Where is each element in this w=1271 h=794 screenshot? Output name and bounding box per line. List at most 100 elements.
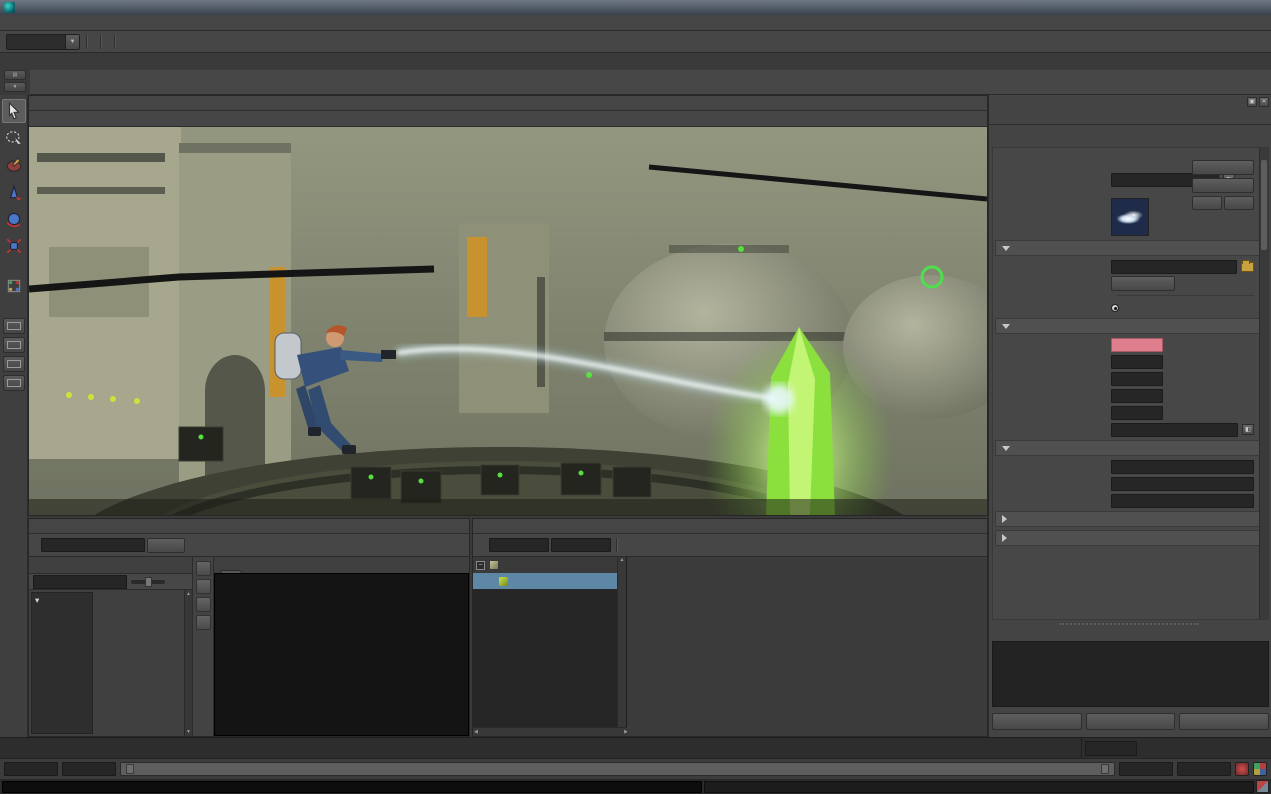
hypershade-persp-layout[interactable] xyxy=(2,356,25,372)
title-bar[interactable] xyxy=(0,0,1271,15)
current-time-field[interactable] xyxy=(1085,740,1137,756)
show-bottom-tabs-icon[interactable] xyxy=(195,579,211,594)
notes-textarea[interactable] xyxy=(992,641,1269,707)
four-pane-layout[interactable] xyxy=(2,337,25,353)
stats-value-input[interactable] xyxy=(551,538,611,552)
status-line: ▼ xyxy=(0,31,1271,53)
shelf-menu-icon[interactable]: ▤ xyxy=(4,70,26,80)
outliner-node-row[interactable]: − xyxy=(473,557,626,573)
single-pane-layout[interactable] xyxy=(2,318,25,334)
copy-tab-button[interactable] xyxy=(1179,713,1270,730)
attribute-editor-content: ◧ xyxy=(992,147,1269,620)
command-input[interactable] xyxy=(2,780,702,793)
paint-select-tool[interactable] xyxy=(2,153,26,177)
script-editor-icon[interactable] xyxy=(1256,780,1269,793)
range-start-handle[interactable] xyxy=(126,764,134,774)
clear-work-area-icon[interactable] xyxy=(195,615,211,630)
hypershade-menu-bar xyxy=(29,519,469,534)
load-attributes-button[interactable] xyxy=(1085,713,1176,730)
move-tool[interactable] xyxy=(2,180,26,204)
create-search-input[interactable] xyxy=(33,574,127,589)
collapse-triangle-icon xyxy=(1002,323,1010,329)
reload-button[interactable] xyxy=(1111,276,1175,291)
create-node-list xyxy=(95,590,184,736)
graph-editor-plot-area[interactable] xyxy=(627,557,987,736)
playback-end-field[interactable] xyxy=(1119,762,1173,776)
hypershade-filter-input[interactable] xyxy=(41,538,145,552)
close-panel-icon[interactable]: ✕ xyxy=(1259,97,1269,107)
animation-start-field[interactable] xyxy=(4,762,58,776)
viewport-scene[interactable] xyxy=(29,127,987,515)
persp-graph-layout[interactable] xyxy=(2,375,25,391)
cgfx-file-path-field[interactable] xyxy=(1111,259,1237,274)
collapse-icon[interactable]: − xyxy=(476,560,485,570)
attribute-editor-menu-bar xyxy=(989,109,1271,125)
anim-time-field[interactable] xyxy=(1111,337,1163,352)
work-area-canvas[interactable] xyxy=(214,573,469,736)
range-slider xyxy=(0,758,1271,779)
uvset0-field[interactable] xyxy=(1111,476,1254,491)
fxtexture-field[interactable] xyxy=(1111,422,1238,437)
create-list-scrollbar[interactable]: ▲ ▼ xyxy=(184,590,192,736)
divider xyxy=(86,34,88,49)
position-field[interactable] xyxy=(1111,459,1254,474)
graph-editor-outliner: − ▲ ◀▶ xyxy=(473,557,629,736)
scale-tool[interactable] xyxy=(2,234,26,258)
focus-button[interactable] xyxy=(1192,160,1254,175)
notes-splitter-handle[interactable] xyxy=(1059,623,1199,625)
section-cgfx-parameters[interactable] xyxy=(995,318,1266,334)
show-button[interactable] xyxy=(1192,196,1222,210)
command-line xyxy=(0,779,1271,794)
presets-button[interactable] xyxy=(1192,178,1254,193)
auto-keyframe-icon[interactable] xyxy=(1235,762,1249,776)
menu-set-selector[interactable]: ▼ xyxy=(6,33,80,50)
number-images-y-field[interactable] xyxy=(1111,388,1163,403)
universal-manipulator-icon[interactable] xyxy=(2,274,26,298)
section-vertex-data[interactable] xyxy=(995,440,1266,456)
show-top-tabs-icon[interactable] xyxy=(195,561,211,576)
hypershade-show-button[interactable] xyxy=(147,537,185,553)
outliner-scrollbar[interactable]: ▲ xyxy=(617,557,626,727)
opacity-field[interactable] xyxy=(1111,405,1163,420)
select-button[interactable] xyxy=(992,713,1082,730)
number-images-x-field[interactable] xyxy=(1111,371,1163,386)
section-node-behavior[interactable] xyxy=(995,511,1266,527)
create-node-tree: ▾ xyxy=(31,592,93,734)
maya-window: ▼ ▤ ▼ ▾ ▲ ▼ − ▲ ◀ ▣ ✕ ◧ xyxy=(0,0,1271,794)
rotate-tool[interactable] xyxy=(2,207,26,231)
outliner-channel-row[interactable] xyxy=(473,573,626,589)
attribute-editor-scrollbar[interactable] xyxy=(1259,148,1268,619)
section-extra-attributes[interactable] xyxy=(995,530,1266,546)
section-cgfx-shader[interactable] xyxy=(995,240,1266,256)
range-end-handle[interactable] xyxy=(1101,764,1109,774)
select-tool[interactable] xyxy=(1,99,26,123)
swatch-size-slider[interactable] xyxy=(131,576,165,587)
framespersec-field[interactable] xyxy=(1111,354,1163,369)
shelf-arrow-icon[interactable]: ▼ xyxy=(4,82,26,92)
time-slider-ruler[interactable] xyxy=(0,738,1082,759)
technique-radio[interactable] xyxy=(1111,303,1119,312)
tool-box xyxy=(0,95,28,738)
hypershade-side-strip xyxy=(193,557,214,736)
texture-connection-icon[interactable]: ◧ xyxy=(1242,424,1254,435)
viewport-icon-bar xyxy=(29,111,987,127)
browse-folder-icon[interactable] xyxy=(1241,259,1254,272)
shelf-tabs xyxy=(30,53,1271,70)
playback-start-field[interactable] xyxy=(62,762,116,776)
hypershade-toolbar xyxy=(29,534,469,557)
show-both-tabs-icon[interactable] xyxy=(195,597,211,612)
collapse-triangle-icon xyxy=(1002,445,1010,451)
graph-editor-panel: − ▲ ◀▶ xyxy=(472,518,988,737)
animation-preferences-icon[interactable] xyxy=(1253,762,1267,776)
outliner-hscrollbar[interactable]: ◀▶ xyxy=(473,727,629,736)
normal-field[interactable] xyxy=(1111,493,1254,508)
stats-time-input[interactable] xyxy=(489,538,549,552)
lasso-select-tool[interactable] xyxy=(2,126,26,150)
tree-item-maya[interactable]: ▾ xyxy=(32,593,92,607)
hide-button[interactable] xyxy=(1224,196,1254,210)
graph-editor-menu-bar xyxy=(473,519,987,534)
float-panel-icon[interactable]: ▣ xyxy=(1247,97,1257,107)
material-sample-swatch[interactable] xyxy=(1111,198,1149,236)
range-slider-bar[interactable] xyxy=(120,762,1115,776)
animation-end-field[interactable] xyxy=(1177,762,1231,776)
